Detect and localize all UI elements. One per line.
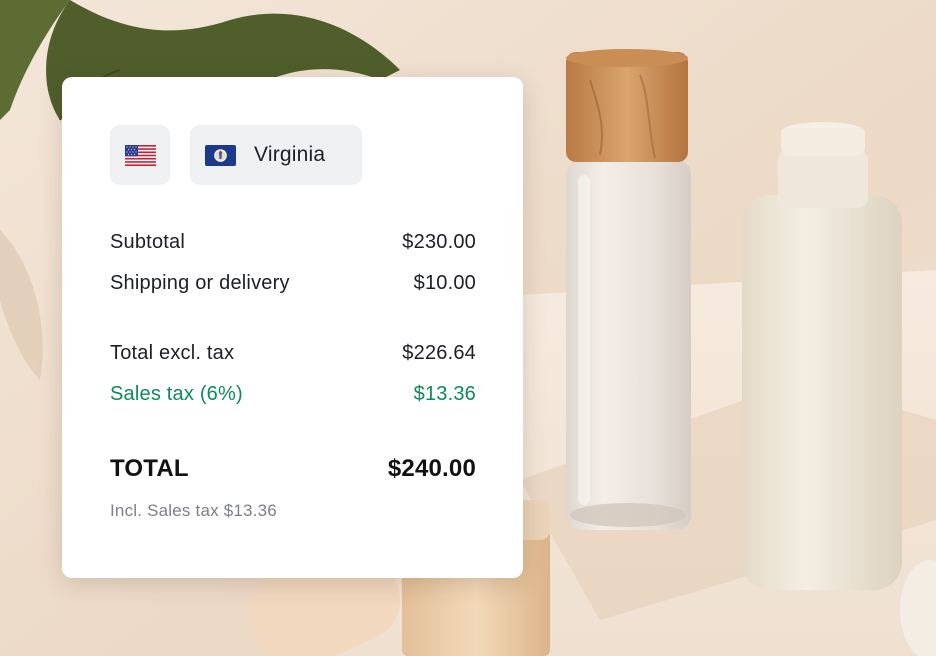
state-label: Virginia bbox=[254, 143, 326, 166]
subtotal-value: $230.00 bbox=[402, 231, 476, 253]
us-flag-icon bbox=[124, 144, 156, 166]
subtotal-row: Subtotal $230.00 bbox=[110, 231, 476, 254]
sales-tax-label: Sales tax (6%) bbox=[110, 383, 243, 405]
total-excl-tax-value: $226.64 bbox=[402, 342, 476, 364]
shipping-label: Shipping or delivery bbox=[110, 272, 290, 294]
shipping-row: Shipping or delivery $10.00 bbox=[110, 272, 476, 295]
shipping-value: $10.00 bbox=[413, 272, 476, 294]
sales-tax-value: $13.36 bbox=[413, 383, 476, 405]
tax-included-note: Incl. Sales tax $13.36 bbox=[110, 501, 277, 520]
total-excl-tax-label: Total excl. tax bbox=[110, 342, 235, 364]
total-row: TOTAL $240.00 bbox=[110, 455, 476, 483]
tax-summary-card: Virginia Subtotal $230.00 Shipping or de… bbox=[62, 77, 523, 578]
total-label: TOTAL bbox=[110, 455, 189, 482]
state-selector[interactable]: Virginia bbox=[190, 125, 362, 185]
virginia-flag-icon bbox=[205, 144, 236, 166]
country-selector[interactable] bbox=[110, 125, 170, 185]
total-value: $240.00 bbox=[387, 455, 476, 482]
sales-tax-row: Sales tax (6%) $13.36 bbox=[110, 383, 476, 406]
subtotal-label: Subtotal bbox=[110, 231, 185, 253]
total-excl-tax-row: Total excl. tax $226.64 bbox=[110, 342, 476, 365]
